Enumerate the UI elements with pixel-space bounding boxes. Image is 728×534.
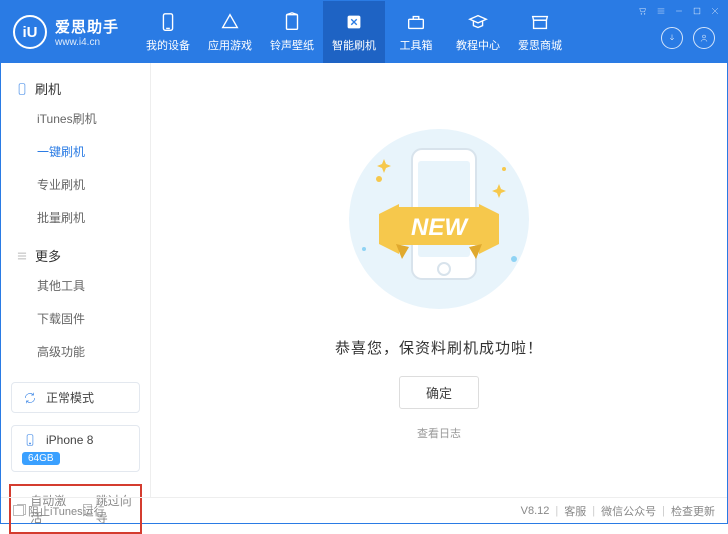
sidebar-item-batch-flash[interactable]: 批量刷机 [1, 201, 150, 234]
brand-name: 爱思助手 [55, 16, 119, 37]
nav-label: 工具箱 [400, 37, 433, 53]
cart-icon[interactable] [637, 5, 649, 17]
ok-button[interactable]: 确定 [399, 376, 479, 409]
sidebar-item-onekey-flash[interactable]: 一键刷机 [1, 135, 150, 168]
support-link[interactable]: 客服 [564, 503, 586, 519]
device-name: iPhone 8 [46, 433, 93, 447]
checkbox-icon [13, 505, 24, 516]
main-area: 刷机 iTunes刷机 一键刷机 专业刷机 批量刷机 更多 其他工具 下载固件 … [1, 63, 727, 497]
group-title: 更多 [35, 246, 61, 265]
sidebar-item-itunes-flash[interactable]: iTunes刷机 [1, 102, 150, 135]
sidebar-item-download-fw[interactable]: 下载固件 [1, 302, 150, 335]
download-button[interactable] [661, 27, 683, 49]
device-icon [157, 11, 179, 33]
version-label: V8.12 [521, 505, 550, 517]
new-banner-text: NEW [411, 214, 469, 241]
menu-icon[interactable] [655, 5, 667, 17]
phone-icon [15, 82, 29, 96]
statusbar-left: 阻止iTunes运行 [13, 503, 105, 519]
device-indicator[interactable]: iPhone 8 64GB [11, 425, 140, 472]
maximize-icon[interactable] [691, 5, 703, 17]
minimize-icon[interactable] [673, 5, 685, 17]
nav-tutorial[interactable]: 教程中心 [447, 1, 509, 63]
graduation-icon [467, 11, 489, 33]
sidebar-group-header: 更多 [1, 242, 150, 269]
sidebar-item-pro-flash[interactable]: 专业刷机 [1, 168, 150, 201]
success-illustration: NEW [324, 119, 554, 319]
block-itunes-checkbox[interactable]: 阻止iTunes运行 [13, 503, 105, 519]
nav-my-device[interactable]: 我的设备 [137, 1, 199, 63]
user-button[interactable] [693, 27, 715, 49]
sidebar: 刷机 iTunes刷机 一键刷机 专业刷机 批量刷机 更多 其他工具 下载固件 … [1, 63, 151, 497]
mode-label: 正常模式 [46, 389, 94, 406]
nav-flash[interactable]: 智能刷机 [323, 1, 385, 63]
store-icon [529, 11, 551, 33]
refresh-icon [22, 390, 38, 406]
nav-toolbox[interactable]: 工具箱 [385, 1, 447, 63]
congrats-text: 恭喜您，保资料刷机成功啦！ [335, 337, 543, 358]
storage-badge: 64GB [22, 452, 60, 465]
brand-text: 爱思助手 www.i4.cn [55, 16, 119, 48]
nav-label: 爱思商城 [518, 37, 562, 53]
group-title: 刷机 [35, 79, 61, 98]
update-link[interactable]: 检查更新 [671, 503, 715, 519]
window-controls [637, 5, 721, 17]
sidebar-item-advanced[interactable]: 高级功能 [1, 335, 150, 368]
wechat-link[interactable]: 微信公众号 [601, 503, 656, 519]
nav-label: 铃声壁纸 [270, 37, 314, 53]
nav-label: 我的设备 [146, 37, 190, 53]
header-nav: 我的设备 应用游戏 铃声壁纸 智能刷机 工具箱 教程中心 爱思商城 [137, 1, 571, 63]
content-pane: NEW 恭喜您，保资料刷机成功啦！ 确定 查看日志 [151, 63, 727, 497]
logo-icon: iU [13, 15, 47, 49]
sidebar-item-other-tools[interactable]: 其他工具 [1, 269, 150, 302]
header-right-buttons [661, 27, 715, 49]
sidebar-group-more: 更多 其他工具 下载固件 高级功能 [1, 242, 150, 368]
statusbar-right: V8.12 | 客服 | 微信公众号 | 检查更新 [521, 503, 715, 519]
nav-ringtones[interactable]: 铃声壁纸 [261, 1, 323, 63]
brand-site: www.i4.cn [55, 37, 119, 48]
brand-block: iU 爱思助手 www.i4.cn [1, 15, 137, 49]
sidebar-group-header: 刷机 [1, 75, 150, 102]
status-bar: 阻止iTunes运行 V8.12 | 客服 | 微信公众号 | 检查更新 [1, 497, 727, 523]
nav-apps[interactable]: 应用游戏 [199, 1, 261, 63]
nav-label: 智能刷机 [332, 37, 376, 53]
nav-label: 教程中心 [456, 37, 500, 53]
app-header: iU 爱思助手 www.i4.cn 我的设备 应用游戏 铃声壁纸 智能刷机 工具… [1, 1, 727, 63]
close-icon[interactable] [709, 5, 721, 17]
checkbox-label: 阻止iTunes运行 [28, 503, 105, 519]
toolbox-icon [405, 11, 427, 33]
mode-indicator[interactable]: 正常模式 [11, 382, 140, 413]
menu-icon [15, 249, 29, 263]
iphone-icon [22, 432, 38, 448]
sidebar-group-flash: 刷机 iTunes刷机 一键刷机 专业刷机 批量刷机 [1, 75, 150, 234]
nav-label: 应用游戏 [208, 37, 252, 53]
nav-store[interactable]: 爱思商城 [509, 1, 571, 63]
view-log-link[interactable]: 查看日志 [417, 425, 461, 441]
flash-icon [343, 11, 365, 33]
appstore-icon [219, 11, 241, 33]
note-icon [281, 11, 303, 33]
